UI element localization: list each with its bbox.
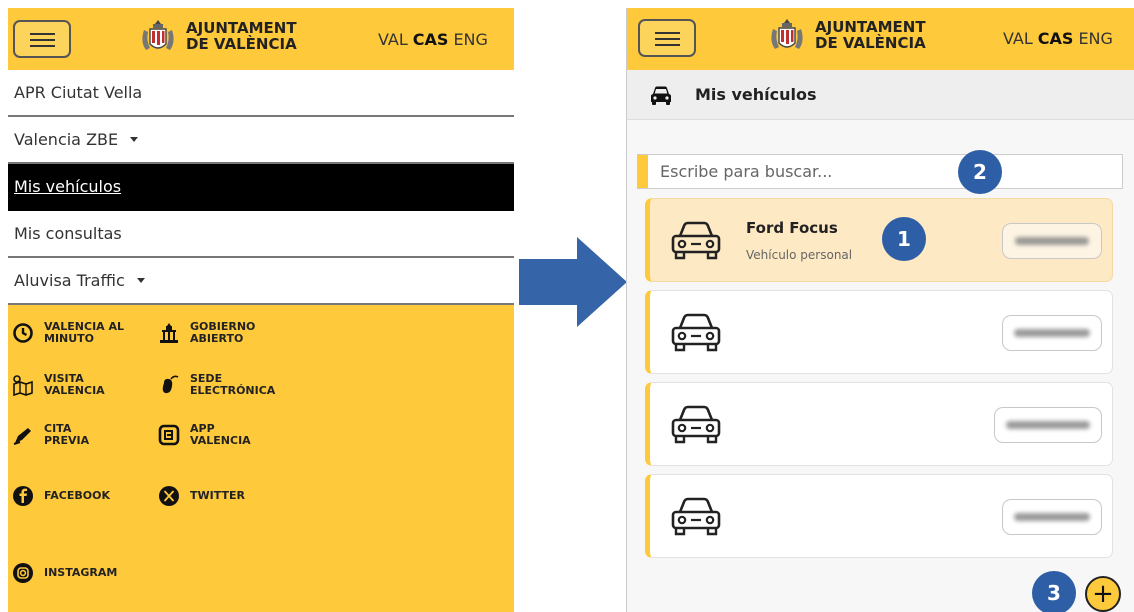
caret-down-icon	[130, 137, 139, 142]
app-icon	[158, 424, 180, 446]
city-emblem-icon	[771, 19, 803, 49]
link-label: CITA PREVIA	[44, 422, 90, 447]
step-badge-3: 3	[1032, 571, 1076, 612]
logo-line-2: DE VALÈNCIA	[815, 34, 926, 52]
vehicle-card[interactable]	[645, 474, 1113, 558]
add-vehicle-button[interactable]: +	[1085, 576, 1121, 612]
vehicle-card[interactable]	[645, 290, 1113, 374]
link-label: VISITA VALENCIA	[44, 372, 105, 397]
search-accent-bar	[638, 155, 648, 188]
license-plate-redacted	[1002, 315, 1102, 351]
lang-val[interactable]: VAL	[378, 30, 408, 49]
site-header: AJUNTAMENT DE VALÈNCIA VAL CAS ENG	[627, 8, 1134, 70]
link-instagram[interactable]: INSTAGRAM	[12, 562, 117, 584]
license-plate-redacted	[994, 407, 1102, 443]
step-badge-2: 2	[958, 150, 1002, 194]
license-plate-redacted	[1002, 223, 1102, 259]
language-switcher: VAL CAS ENG	[1003, 29, 1113, 48]
link-label: INSTAGRAM	[44, 566, 118, 579]
search-input[interactable]	[648, 162, 948, 181]
link-label: TWITTER	[190, 489, 245, 502]
logo-line-2: DE VALÈNCIA	[186, 35, 297, 53]
hamburger-menu-button[interactable]	[638, 19, 696, 57]
right-mobile-screen: AJUNTAMENT DE VALÈNCIA VAL CAS ENG Mis v…	[626, 8, 1134, 612]
section-header: Mis vehículos	[627, 70, 1134, 120]
mouse-icon	[162, 375, 179, 394]
language-switcher: VAL CAS ENG	[378, 30, 488, 49]
navigation-menu: APR Ciutat Vella Valencia ZBE Mis vehícu…	[8, 70, 514, 305]
menu-item-mis-consultas[interactable]: Mis consultas	[8, 211, 514, 258]
link-label: GOBIERNO ABIERTO	[190, 320, 256, 345]
link-visita-valencia[interactable]: VISITA VALENCIA	[12, 373, 105, 397]
link-cita-previa[interactable]: CITA PREVIA	[12, 423, 89, 447]
lang-cas[interactable]: CAS	[1038, 29, 1074, 48]
vehicle-name: Ford Focus	[746, 219, 838, 237]
logo-line-1: AJUNTAMENT	[815, 18, 926, 36]
x-twitter-icon	[159, 486, 179, 506]
lang-val[interactable]: VAL	[1003, 29, 1033, 48]
pen-icon	[13, 428, 31, 445]
search-box[interactable]	[637, 154, 1123, 189]
logo-line-1: AJUNTAMENT	[186, 19, 297, 37]
ajuntament-logo[interactable]: AJUNTAMENT DE VALÈNCIA	[767, 17, 926, 53]
menu-item-label: Mis vehículos	[14, 177, 122, 196]
lang-eng[interactable]: ENG	[453, 30, 487, 49]
vehicle-card[interactable]: Ford Focus Vehículo personal	[645, 198, 1113, 282]
lang-eng[interactable]: ENG	[1078, 29, 1112, 48]
map-icon	[13, 375, 33, 396]
instagram-icon	[13, 563, 33, 583]
menu-item-label: APR Ciutat Vella	[14, 83, 143, 102]
menu-item-mis-vehiculos[interactable]: Mis vehículos	[8, 164, 514, 211]
car-outline-icon	[671, 405, 721, 444]
menu-item-aluvisa-traffic[interactable]: Aluvisa Traffic	[8, 258, 514, 305]
link-label: APP VALENCIA	[190, 422, 251, 447]
vehicle-type: Vehículo personal	[746, 248, 853, 262]
vehicle-card[interactable]	[645, 382, 1113, 466]
link-facebook[interactable]: FACEBOOK	[12, 485, 110, 507]
link-valencia-al-minuto[interactable]: VALENCIA AL MINUTO	[12, 321, 124, 345]
clock-icon	[13, 323, 33, 343]
footer-links: VALENCIA AL MINUTO GOBIERNO ABIERTO VISI…	[8, 305, 514, 612]
government-building-icon	[160, 323, 178, 343]
menu-item-valencia-zbe[interactable]: Valencia ZBE	[8, 117, 514, 164]
menu-item-label: Valencia ZBE	[14, 130, 119, 149]
menu-item-label: Mis consultas	[14, 224, 122, 243]
link-label: FACEBOOK	[44, 489, 110, 502]
car-icon	[651, 86, 671, 105]
page-title: Mis vehículos	[695, 85, 817, 104]
link-label: SEDE ELECTRÓNICA	[190, 372, 276, 397]
license-plate-redacted	[1002, 499, 1102, 535]
left-mobile-screen: AJUNTAMENT DE VALÈNCIA VAL CAS ENG APR C…	[8, 8, 514, 612]
link-twitter[interactable]: TWITTER	[158, 485, 245, 507]
caret-down-icon	[136, 278, 145, 283]
car-outline-icon	[671, 221, 721, 260]
lang-cas[interactable]: CAS	[413, 30, 449, 49]
menu-item-apr-ciutat-vella[interactable]: APR Ciutat Vella	[8, 70, 514, 117]
link-label: VALENCIA AL MINUTO	[44, 320, 125, 345]
menu-item-label: Aluvisa Traffic	[14, 271, 125, 290]
transition-arrow-icon	[519, 237, 627, 327]
car-outline-icon	[671, 497, 721, 536]
site-header: AJUNTAMENT DE VALÈNCIA VAL CAS ENG	[8, 8, 514, 70]
ajuntament-logo[interactable]: AJUNTAMENT DE VALÈNCIA	[138, 18, 297, 54]
facebook-icon	[13, 486, 33, 506]
city-emblem-icon	[142, 20, 174, 50]
link-app-valencia[interactable]: APP VALENCIA	[158, 423, 251, 447]
link-sede-electronica[interactable]: SEDE ELECTRÓNICA	[158, 373, 275, 397]
car-outline-icon	[671, 313, 721, 352]
step-badge-1: 1	[882, 217, 926, 261]
hamburger-menu-button[interactable]	[13, 20, 71, 58]
link-gobierno-abierto[interactable]: GOBIERNO ABIERTO	[158, 321, 255, 345]
